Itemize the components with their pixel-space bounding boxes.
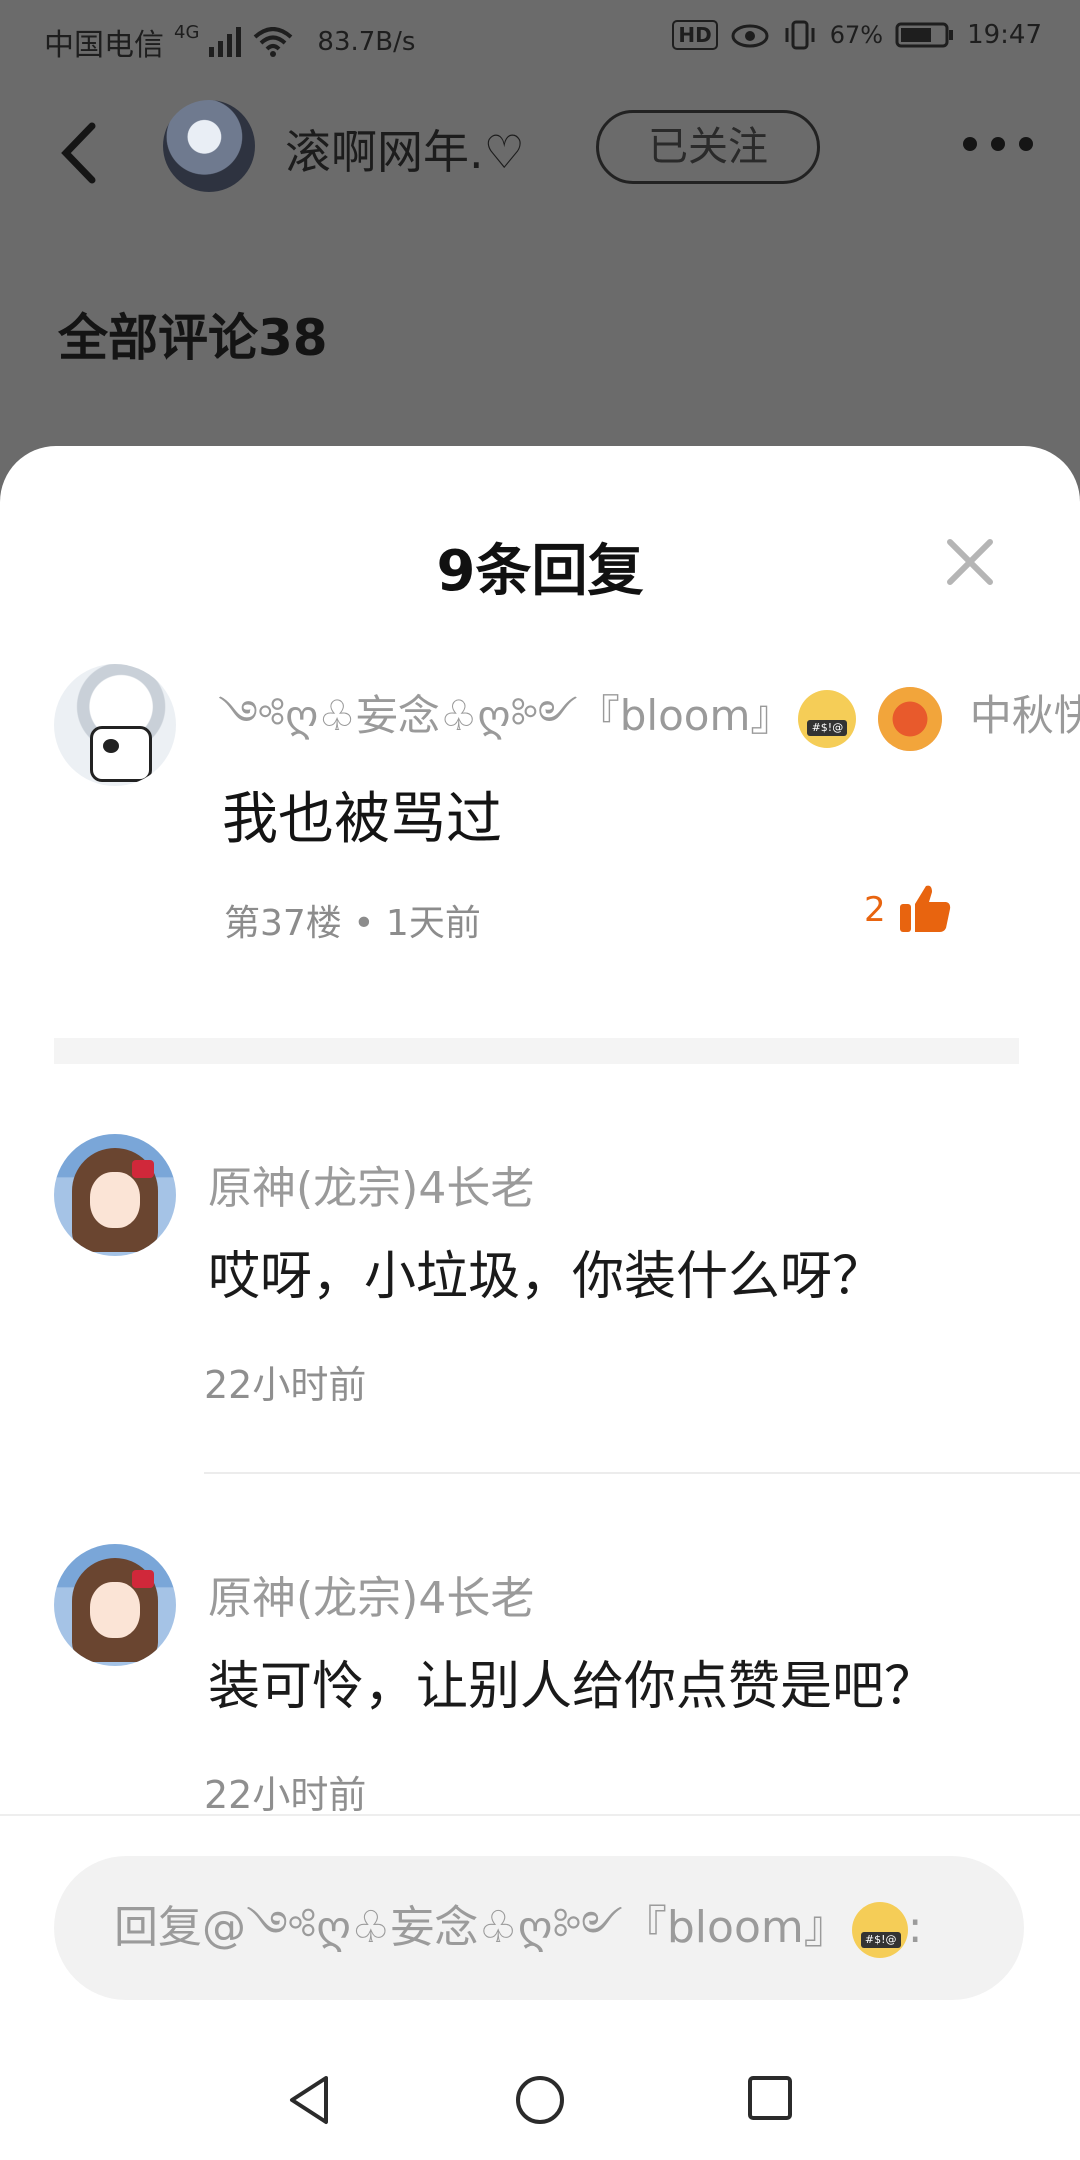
main-comment-username[interactable]: ༺ღ♧妄念♧ღ༻『bloom』 中秋快乐 (218, 668, 1080, 787)
reply-avatar[interactable] (54, 1134, 176, 1256)
reply-time: 22小时前 (204, 1773, 367, 1817)
battery-icon (895, 22, 954, 48)
hd-badge: HD (672, 20, 718, 50)
top-bar: 滚啊网年.♡ 已关注 (0, 80, 1080, 220)
nav-recent-apps-icon[interactable] (746, 2074, 794, 2122)
clock: 19:47 (967, 20, 1042, 50)
main-comment-username-text: ༺ღ♧妄念♧ღ༻『bloom』 (218, 691, 793, 740)
reply-username[interactable]: 原神(龙宗)4长老 (208, 1152, 534, 1216)
status-bar: 中国电信 4G 83.7B/s HD 67% 19:47 (0, 0, 1080, 80)
reply-text: 装可怜，让别人给你点赞是吧？ (208, 1657, 937, 1717)
replies-sheet: 9条回复 ༺ღ♧妄念♧ღ༻『bloom』 中秋快乐 我也被骂过 第37楼 • 1… (0, 446, 1080, 2160)
wifi-icon (254, 27, 293, 57)
carrier-label: 中国电信 (44, 28, 164, 63)
reply-time: 22小时前 (204, 1363, 367, 1407)
battery-percent: 67% (829, 21, 884, 49)
more-dots-icon[interactable] (958, 124, 1038, 164)
back-icon[interactable] (52, 118, 112, 188)
grimacing-emoji-icon (851, 1902, 908, 1958)
close-icon[interactable] (940, 532, 1000, 592)
reply-input[interactable]: 回复@༺ღ♧妄念♧ღ༻『bloom』: (54, 1856, 1024, 2000)
network-type: 4G (174, 21, 200, 43)
reply-text: 哎呀，小垃圾，你装什么呀？ (208, 1247, 885, 1307)
like-count: 2 (864, 890, 886, 930)
reply-placeholder: 回复@༺ღ♧妄念♧ღ༻『bloom』 (114, 1902, 848, 1953)
reply-avatar[interactable] (54, 1544, 176, 1666)
event-badge-label: 中秋快乐 (969, 691, 1080, 740)
vibrate-icon (785, 20, 815, 50)
main-comment: ༺ღ♧妄念♧ღ༻『bloom』 中秋快乐 我也被骂过 第37楼 • 1天前 2 (0, 646, 1080, 946)
author-avatar[interactable] (163, 100, 255, 192)
nav-back-icon[interactable] (284, 2072, 334, 2128)
sheet-title: 9条回复 (436, 539, 644, 604)
grimacing-emoji-icon (798, 689, 857, 748)
reply-username[interactable]: 原神(龙宗)4长老 (208, 1562, 534, 1626)
main-comment-avatar[interactable] (54, 664, 176, 786)
main-comment-meta: 第37楼 • 1天前 (224, 903, 481, 944)
author-username[interactable]: 滚啊网年.♡ (285, 116, 525, 182)
signal-icon (209, 27, 242, 57)
reply-placeholder-suffix: : (907, 1902, 923, 1953)
nav-home-icon[interactable] (514, 2074, 566, 2126)
follow-button[interactable]: 已关注 (596, 110, 820, 184)
mid-autumn-badge-icon (878, 686, 943, 751)
section-divider (54, 1038, 1019, 1064)
system-nav-bar (0, 2058, 1080, 2138)
all-comments-heading: 全部评论38 (58, 309, 328, 367)
thumbs-up-icon[interactable] (898, 882, 952, 934)
eye-comfort-icon (731, 24, 769, 48)
net-speed: 83.7B/s (317, 27, 416, 57)
main-comment-text: 我也被骂过 (222, 787, 502, 852)
reply-separator (204, 1472, 1080, 1474)
